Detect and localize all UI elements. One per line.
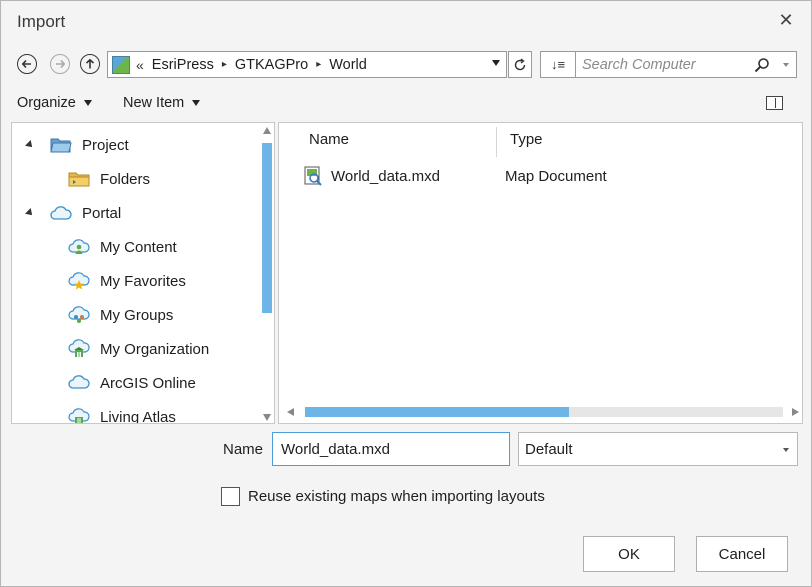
scrollbar-track[interactable] <box>569 407 783 417</box>
tree-item-my-favorites[interactable]: My Favorites <box>68 266 186 296</box>
tree-item-label: Living Atlas <box>100 408 176 424</box>
scroll-down-icon[interactable] <box>263 414 271 421</box>
ok-button[interactable]: OK <box>583 536 675 572</box>
file-type: Map Document <box>505 167 607 185</box>
new-item-menu[interactable]: New Item <box>123 95 201 111</box>
sort-button[interactable]: ↓≡ <box>540 51 576 78</box>
tree-item-project[interactable]: Project <box>22 130 129 160</box>
reuse-maps-option[interactable]: Reuse existing maps when importing layou… <box>221 487 545 506</box>
search-input[interactable] <box>582 56 742 73</box>
tree-item-portal[interactable]: Portal <box>22 198 121 228</box>
view-options-icon[interactable] <box>766 96 783 110</box>
portal-cloud-icon <box>50 206 72 220</box>
chevron-down-icon <box>83 100 92 106</box>
my-groups-icon <box>68 306 90 323</box>
computer-location-icon <box>112 55 130 74</box>
tree-item-label: My Content <box>100 238 177 256</box>
tree-item-label: Portal <box>82 204 122 222</box>
map-document-icon <box>304 166 322 186</box>
breadcrumb-world[interactable]: World <box>329 57 367 73</box>
organize-label: Organize <box>17 95 76 111</box>
address-dropdown-icon[interactable] <box>492 60 500 66</box>
sort-icon: ↓≡ <box>550 57 566 72</box>
breadcrumb-separator-icon[interactable]: ▸ <box>316 59 321 70</box>
tree-item-folders[interactable]: Folders <box>68 164 150 194</box>
tree-item-label: Folders <box>100 170 151 188</box>
tree-item-my-organization[interactable]: My Organization <box>68 334 209 364</box>
import-dialog: Import ✕ « EsriPress ▸ GTKAGPro ▸ World <box>0 0 812 587</box>
dialog-title: Import <box>17 12 66 31</box>
tree-item-label: ArcGIS Online <box>100 374 196 392</box>
organize-menu[interactable]: Organize <box>17 95 92 111</box>
file-type-filter-select[interactable]: Default <box>518 432 798 466</box>
tree-item-my-content[interactable]: My Content <box>68 232 177 262</box>
chevron-down-icon <box>192 100 201 106</box>
file-list-horizontal-scrollbar[interactable] <box>287 407 799 417</box>
my-content-icon <box>68 239 90 254</box>
expand-icon[interactable] <box>25 140 35 150</box>
back-button[interactable] <box>17 54 37 74</box>
refresh-button[interactable] <box>508 51 532 78</box>
living-atlas-icon <box>68 408 90 423</box>
project-folder-icon <box>50 138 72 153</box>
my-organization-icon <box>68 339 90 357</box>
navigation-pane-scrollbar[interactable] <box>262 127 272 421</box>
reuse-maps-checkbox[interactable] <box>221 487 240 506</box>
close-icon[interactable]: ✕ <box>777 11 795 29</box>
reuse-maps-label: Reuse existing maps when importing layou… <box>248 488 545 505</box>
navigation-pane: Project Folders Portal My Content My Fav… <box>11 122 275 424</box>
scroll-up-icon[interactable] <box>263 127 271 134</box>
scrollbar-thumb[interactable] <box>305 407 569 417</box>
scroll-left-icon[interactable] <box>287 408 294 416</box>
file-type-filter-value: Default <box>525 440 573 458</box>
scrollbar-thumb[interactable] <box>262 143 272 313</box>
new-item-label: New Item <box>123 95 185 111</box>
tree-item-label: My Organization <box>100 340 210 358</box>
arcgis-online-icon <box>68 375 90 389</box>
name-label: Name <box>223 441 264 458</box>
back-arrow-icon <box>21 59 31 69</box>
search-dropdown-icon[interactable] <box>783 63 789 67</box>
up-button[interactable] <box>80 54 100 74</box>
search-icon[interactable] <box>754 57 770 73</box>
breadcrumb-gtkagpro[interactable]: GTKAGPro <box>235 57 308 73</box>
tree-item-label: Project <box>82 136 129 154</box>
file-list-pane: Name Type World_data.mxd Map Document <box>278 122 803 424</box>
forward-button[interactable] <box>50 54 70 74</box>
cancel-button[interactable]: Cancel <box>696 536 788 572</box>
tree-item-label: My Favorites <box>100 272 186 290</box>
forward-arrow-icon <box>56 59 66 69</box>
tree-item-arcgis-online[interactable]: ArcGIS Online <box>68 368 196 398</box>
search-box[interactable] <box>575 51 797 78</box>
my-favorites-icon <box>68 272 90 290</box>
title-bar: Import ✕ <box>1 1 811 43</box>
address-bar[interactable]: « EsriPress ▸ GTKAGPro ▸ World <box>107 51 507 78</box>
file-row[interactable]: World_data.mxd Map Document <box>303 163 753 189</box>
tree-item-my-groups[interactable]: My Groups <box>68 300 173 330</box>
file-name-input[interactable] <box>272 432 510 466</box>
column-header-type[interactable]: Type <box>510 131 543 157</box>
breadcrumb-overflow[interactable]: « <box>136 57 144 73</box>
tree-item-living-atlas[interactable]: Living Atlas <box>68 402 176 424</box>
expand-icon[interactable] <box>25 208 35 218</box>
up-arrow-icon <box>85 58 95 69</box>
column-divider[interactable] <box>496 127 497 157</box>
folders-icon <box>68 172 90 187</box>
refresh-icon <box>514 57 526 70</box>
file-name: World_data.mxd <box>331 167 440 185</box>
column-header-name[interactable]: Name <box>309 131 349 157</box>
breadcrumb-separator-icon[interactable]: ▸ <box>222 59 227 70</box>
breadcrumb-esripress[interactable]: EsriPress <box>152 57 214 73</box>
tree-item-label: My Groups <box>100 306 174 324</box>
scroll-right-icon[interactable] <box>792 408 799 416</box>
chevron-down-icon <box>783 448 789 452</box>
